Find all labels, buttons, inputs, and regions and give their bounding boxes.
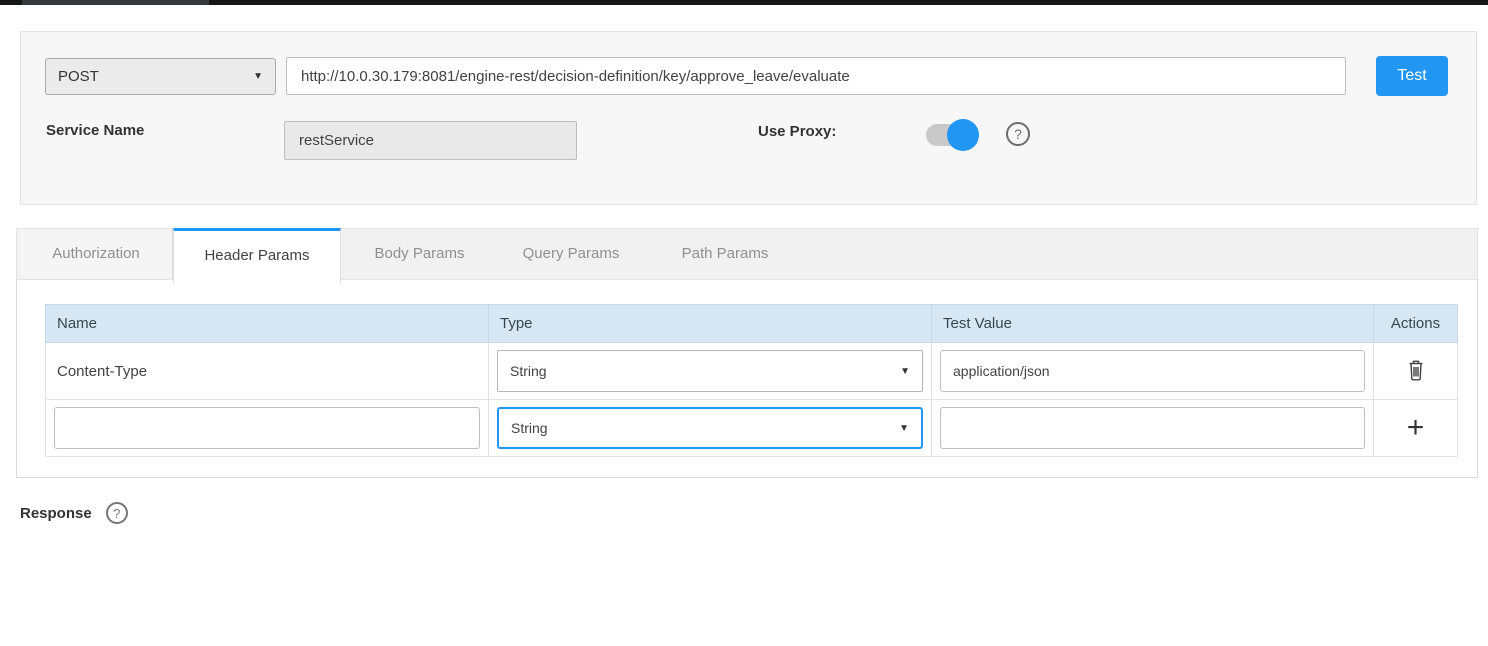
toggle-knob [947,119,979,151]
param-type-value: String [511,420,548,436]
param-test-value-input[interactable] [940,350,1365,392]
table-row: String ▼ + [46,400,1458,457]
request-config-panel: POST ▼ Test Service Name Use Proxy: ? [20,31,1477,205]
column-header-name: Name [46,305,489,343]
browser-top-strip [0,0,1488,5]
delete-row-button[interactable] [1398,353,1434,389]
request-url-input[interactable] [286,57,1346,95]
response-label: Response [20,505,92,522]
chevron-down-icon: ▼ [900,366,910,377]
param-type-value: String [510,363,547,379]
table-header-row: Name Type Test Value Actions [46,305,1458,343]
new-param-test-value-input[interactable] [940,407,1365,449]
header-params-panel: Name Type Test Value Actions Content-Typ… [16,280,1478,478]
http-method-value: POST [58,68,99,85]
param-type-select[interactable]: String ▼ [497,350,923,392]
column-header-type: Type [489,305,932,343]
use-proxy-toggle[interactable] [926,124,976,146]
add-row-button[interactable]: + [1398,410,1434,446]
http-method-select[interactable]: POST ▼ [45,58,276,95]
tab-query-params[interactable]: Query Params [497,229,645,279]
tab-authorization[interactable]: Authorization [20,229,173,279]
table-row: Content-Type String ▼ [46,343,1458,400]
new-param-name-input[interactable] [54,407,480,449]
tab-header-params[interactable]: Header Params [173,228,341,284]
tab-path-params[interactable]: Path Params [655,229,795,279]
trash-icon [1406,358,1426,384]
browser-tab-remnant [22,0,209,5]
plus-icon: + [1407,413,1425,443]
use-proxy-label: Use Proxy: [758,123,836,140]
response-section: Response ? [20,502,128,524]
test-button[interactable]: Test [1376,56,1448,96]
service-name-input[interactable] [284,121,577,160]
column-header-actions: Actions [1374,305,1458,343]
header-params-table: Name Type Test Value Actions Content-Typ… [45,304,1458,457]
column-header-test-value: Test Value [932,305,1374,343]
chevron-down-icon: ▼ [253,71,263,82]
chevron-down-icon: ▼ [899,423,909,434]
param-name-text: Content-Type [54,363,480,380]
service-name-label: Service Name [46,122,144,139]
use-proxy-help-icon[interactable]: ? [1006,122,1030,146]
params-tabs-bar: Authorization Header Params Body Params … [16,228,1478,280]
new-param-type-select[interactable]: String ▼ [497,407,923,449]
tab-body-params[interactable]: Body Params [348,229,491,279]
response-help-icon[interactable]: ? [106,502,128,524]
rest-service-config-screen: POST ▼ Test Service Name Use Proxy: ? Au… [0,0,1488,646]
